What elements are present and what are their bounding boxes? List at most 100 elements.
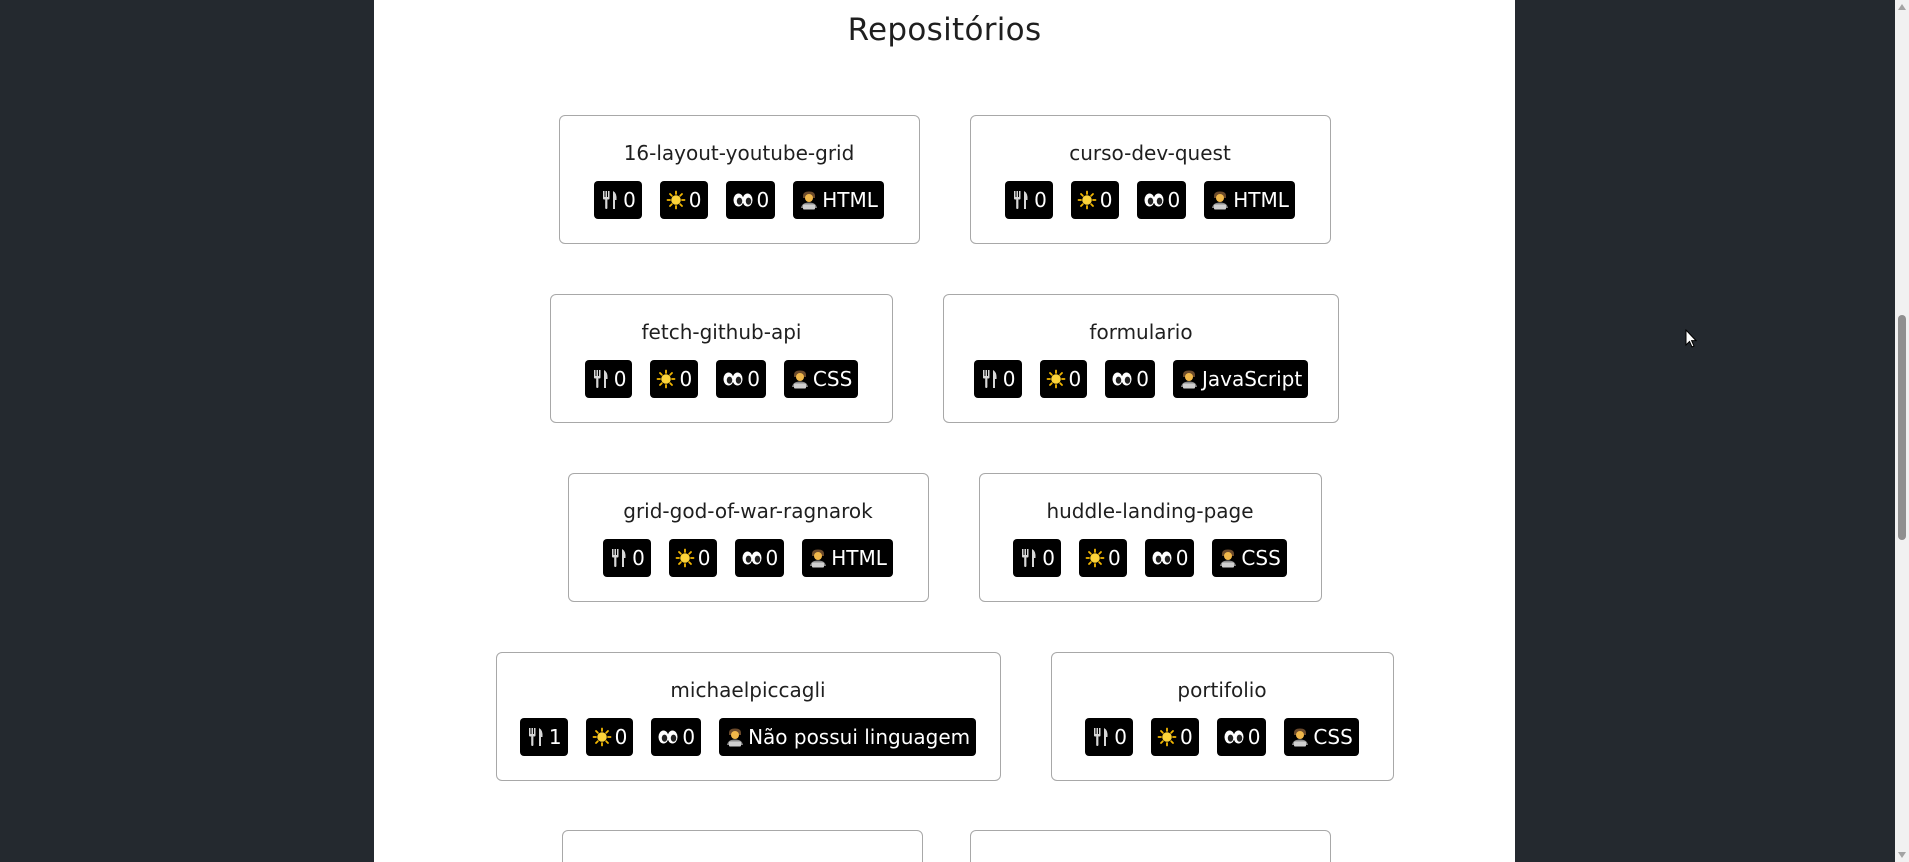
eyes-icon xyxy=(1143,190,1165,210)
language-label: JavaScript xyxy=(1201,367,1303,391)
fork-and-knife-icon xyxy=(1091,726,1111,748)
badge-forks: 0 xyxy=(594,181,642,219)
fork-and-knife-icon xyxy=(526,726,546,748)
repo-stats: 0 0 0 CSS xyxy=(1013,539,1287,577)
repo-row: michaelpiccagli 1 0 0 Não possui linguagem po… xyxy=(374,652,1515,781)
badge-stars: 0 xyxy=(650,360,699,398)
vertical-scrollbar[interactable] xyxy=(1895,0,1909,862)
scroll-up-arrow-icon[interactable] xyxy=(1898,4,1906,10)
repo-stats: 0 0 0 JavaScript xyxy=(973,360,1309,398)
repo-card[interactable]: curso-dev-quest 0 0 0 HTML xyxy=(969,115,1331,244)
technologist-icon xyxy=(790,369,810,389)
technologist-icon xyxy=(808,548,828,568)
repo-name[interactable]: 16-layout-youtube-grid xyxy=(624,141,855,165)
eyes-icon xyxy=(732,190,754,210)
badge-watchers: 0 xyxy=(716,360,766,398)
language-label: CSS xyxy=(1241,546,1281,570)
repo-stats: 0 0 0 HTML xyxy=(603,539,893,577)
scrollbar-thumb[interactable] xyxy=(1898,315,1906,540)
badge-watchers: 0 xyxy=(651,718,702,756)
forks-count: 0 xyxy=(1114,725,1127,749)
watchers-count: 0 xyxy=(756,188,770,212)
badge-language: CSS xyxy=(1284,718,1359,756)
fork-and-knife-icon xyxy=(609,547,629,569)
technologist-icon xyxy=(799,190,819,210)
badge-stars: 0 xyxy=(668,539,717,577)
main-content: Repositórios 16-layout-youtube-grid 0 0 0 HT… xyxy=(374,0,1515,862)
repo-name[interactable]: formulario xyxy=(1089,320,1192,344)
eyes-icon xyxy=(741,548,763,568)
repo-card[interactable]: portifolio 0 0 0 CSS xyxy=(1050,652,1394,781)
badge-stars: 0 xyxy=(585,718,634,756)
repo-stats: 0 0 0 HTML xyxy=(1005,181,1295,219)
badge-stars: 0 xyxy=(1039,360,1088,398)
badge-forks: 1 xyxy=(519,718,568,756)
eyes-icon xyxy=(722,369,744,389)
repo-card[interactable]: 16-layout-youtube-grid 0 0 0 HTML xyxy=(558,115,920,244)
technologist-icon xyxy=(1179,369,1199,389)
watchers-count: 0 xyxy=(1167,188,1181,212)
badge-watchers: 0 xyxy=(1105,360,1155,398)
badge-watchers: 0 xyxy=(734,539,785,577)
badge-language: CSS xyxy=(783,360,859,398)
badge-language: JavaScript xyxy=(1172,360,1309,398)
sun-icon xyxy=(1046,369,1066,389)
sun-icon xyxy=(1085,548,1105,568)
repo-card[interactable] xyxy=(562,830,923,862)
fork-and-knife-icon xyxy=(600,189,620,211)
page-title: Repositórios xyxy=(847,12,1042,48)
watchers-count: 0 xyxy=(1247,725,1261,749)
watchers-count: 0 xyxy=(1136,367,1149,391)
fork-and-knife-icon xyxy=(591,368,611,390)
watchers-count: 0 xyxy=(747,367,760,391)
sun-icon xyxy=(656,369,676,389)
fork-and-knife-icon xyxy=(980,368,1000,390)
repo-name[interactable]: curso-dev-quest xyxy=(1069,141,1231,165)
sun-icon xyxy=(1157,727,1177,747)
repo-card[interactable]: michaelpiccagli 1 0 0 Não possui linguagem xyxy=(495,652,1001,781)
forks-count: 0 xyxy=(1034,188,1047,212)
sun-icon xyxy=(1077,190,1097,210)
forks-count: 0 xyxy=(1002,367,1016,391)
forks-count: 0 xyxy=(632,546,645,570)
repo-card[interactable]: grid-god-of-war-ragnarok 0 0 0 HTML xyxy=(567,473,929,602)
repo-card[interactable]: huddle-landing-page 0 0 0 CSS xyxy=(978,473,1322,602)
repo-name[interactable]: huddle-landing-page xyxy=(1046,499,1253,523)
badge-language: Não possui linguagem xyxy=(719,718,977,756)
watchers-count: 0 xyxy=(682,725,696,749)
badge-forks: 0 xyxy=(1013,539,1061,577)
badge-forks: 0 xyxy=(1005,181,1053,219)
language-label: Não possui linguagem xyxy=(748,725,971,749)
badge-stars: 0 xyxy=(1070,181,1119,219)
stars-count: 0 xyxy=(1068,367,1082,391)
badge-forks: 0 xyxy=(584,360,633,398)
stars-count: 0 xyxy=(679,367,693,391)
repo-card[interactable]: fetch-github-api 0 0 0 CSS xyxy=(550,294,893,423)
badge-watchers: 0 xyxy=(1136,181,1187,219)
scroll-down-arrow-icon[interactable] xyxy=(1898,852,1906,858)
repo-row: fetch-github-api 0 0 0 CSS formulario 0 0 0 JavaS… xyxy=(374,294,1515,423)
watchers-count: 0 xyxy=(765,546,779,570)
repo-name[interactable]: michaelpiccagli xyxy=(670,678,825,702)
technologist-icon xyxy=(1210,190,1230,210)
watchers-count: 0 xyxy=(1175,546,1189,570)
badge-language: CSS xyxy=(1212,539,1287,577)
badge-watchers: 0 xyxy=(1144,539,1195,577)
repo-row: 16-layout-youtube-grid 0 0 0 HTML curso-dev-q… xyxy=(374,115,1515,244)
repo-name[interactable]: fetch-github-api xyxy=(642,320,802,344)
technologist-icon xyxy=(725,727,745,747)
repo-name[interactable]: portifolio xyxy=(1177,678,1266,702)
badge-stars: 0 xyxy=(1078,539,1127,577)
repo-card[interactable]: formulario 0 0 0 JavaScript xyxy=(943,294,1339,423)
technologist-icon xyxy=(1290,727,1310,747)
badge-stars: 0 xyxy=(1150,718,1199,756)
eyes-icon xyxy=(1223,727,1245,747)
repo-name[interactable]: grid-god-of-war-ragnarok xyxy=(623,499,872,523)
eyes-icon xyxy=(1111,369,1133,389)
stars-count: 0 xyxy=(1179,725,1193,749)
repo-card[interactable] xyxy=(970,830,1331,862)
badge-language: HTML xyxy=(1204,181,1295,219)
stars-count: 0 xyxy=(1107,546,1121,570)
sun-icon xyxy=(592,727,612,747)
stars-count: 0 xyxy=(1099,188,1113,212)
